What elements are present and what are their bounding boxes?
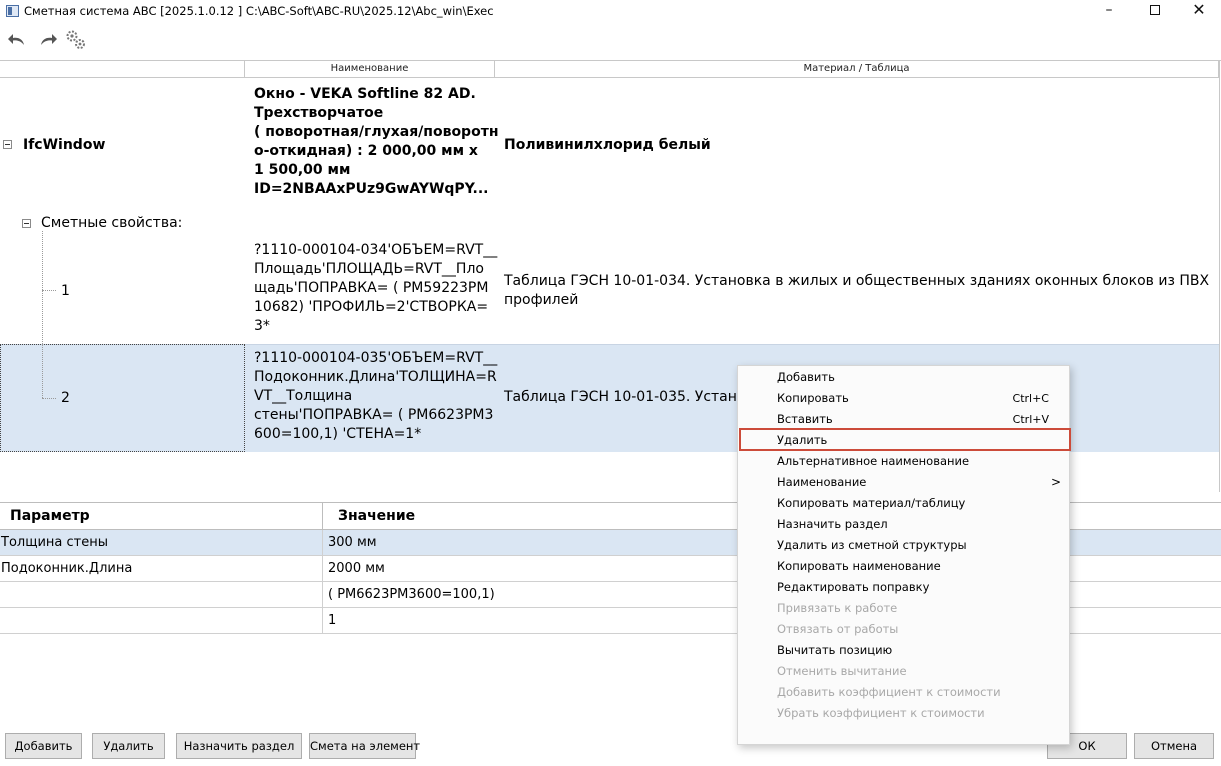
delete-button[interactable]: Удалить bbox=[92, 733, 165, 759]
menu-item-label: Привязать к работе bbox=[777, 601, 898, 615]
menu-item-remove-coefficient: Убрать коэффициент к стоимости bbox=[738, 703, 1071, 724]
root-name-line: ID=2NBAAxPUz9GwAYWqPY... bbox=[254, 181, 489, 197]
menu-item-add-coefficient: Добавить коэффициент к стоимости bbox=[738, 682, 1071, 703]
param-name bbox=[0, 608, 323, 633]
maximize-icon bbox=[1150, 5, 1160, 15]
formula-line: 10682) 'ПРОФИЛЬ=2'СТВОРКА= bbox=[254, 299, 489, 315]
maximize-button[interactable] bbox=[1132, 0, 1178, 22]
row-index[interactable]: 2 bbox=[61, 389, 70, 408]
submenu-arrow-icon: > bbox=[1050, 475, 1061, 489]
param-header[interactable]: Параметр bbox=[0, 503, 323, 530]
shortcut-label: Ctrl+V bbox=[1012, 413, 1049, 426]
menu-item-label: Добавить bbox=[777, 370, 835, 384]
root-material-cell: Поливинилхлорид белый bbox=[504, 137, 711, 153]
formula-line: VT__Толщина bbox=[254, 388, 353, 404]
menu-item-label: Копировать материал/таблицу bbox=[777, 496, 966, 510]
formula-line: щадь'ПОПРАВКА= ( РМ59223РМ bbox=[254, 280, 489, 296]
row-table-cell: Таблица ГЭСН 10-01-034. Установка в жилы… bbox=[504, 272, 1214, 310]
root-name-line: Трехстворчатое bbox=[254, 105, 384, 121]
menu-item-label: Добавить коэффициент к стоимости bbox=[777, 685, 1001, 699]
window-title: Сметная система ABC [2025.1.0.12 ] C:\AB… bbox=[24, 4, 494, 18]
menu-item-add[interactable]: Добавить bbox=[738, 367, 1071, 388]
cancel-button[interactable]: Отмена bbox=[1134, 733, 1214, 759]
formula-line: ?1110-000104-035'ОБЪЕМ=RVT__ bbox=[254, 350, 498, 366]
column-header-name[interactable]: Наименование bbox=[245, 61, 495, 78]
menu-item-edit-correction[interactable]: Редактировать поправку bbox=[738, 577, 1071, 598]
gears-icon[interactable] bbox=[64, 28, 88, 52]
menu-item-label: Убрать коэффициент к стоимости bbox=[777, 706, 985, 720]
menu-item-paste[interactable]: Вставить Ctrl+V bbox=[738, 409, 1071, 430]
param-name: Подоконник.Длина bbox=[0, 556, 323, 581]
close-button[interactable]: ✕ bbox=[1176, 0, 1221, 22]
formula-line: стены'ПОПРАВКА= ( РМ6623РМ3 bbox=[254, 407, 494, 423]
menu-item-label: Назначить раздел bbox=[777, 517, 888, 531]
menu-item-label: Вставить bbox=[777, 412, 833, 426]
row-table-cell: Таблица ГЭСН 10-01-035. Устано bbox=[504, 389, 746, 405]
table-line: Таблица ГЭСН 10-01-034. Установка в жилы… bbox=[504, 273, 1210, 289]
menu-item-copy-material[interactable]: Копировать материал/таблицу bbox=[738, 493, 1071, 514]
menu-item-remove-from-structure[interactable]: Удалить из сметной структуры bbox=[738, 535, 1071, 556]
row-index[interactable]: 1 bbox=[61, 282, 70, 301]
param-name: Толщина стены bbox=[0, 530, 323, 555]
formula-line: 3* bbox=[254, 318, 270, 334]
element-estimate-button[interactable]: Смета на элемент bbox=[309, 733, 420, 759]
menu-item-alt-name[interactable]: Альтернативное наименование bbox=[738, 451, 1071, 472]
minimize-button[interactable]: – bbox=[1086, 0, 1132, 22]
undo-icon[interactable] bbox=[5, 28, 29, 52]
root-name-line: ( поворотная/глухая/поворотн bbox=[254, 124, 499, 140]
highlight-box bbox=[739, 428, 1071, 451]
menu-item-copy[interactable]: Копировать Ctrl+C bbox=[738, 388, 1071, 409]
menu-item-name[interactable]: Наименование > bbox=[738, 472, 1071, 493]
context-menu: Добавить Копировать Ctrl+C Вставить Ctrl+V… bbox=[737, 365, 1071, 745]
add-button[interactable]: Добавить bbox=[5, 733, 82, 759]
row-formula-cell: ?1110-000104-035'ОБЪЕМ=RVT__ Подоконник.… bbox=[254, 349, 499, 444]
menu-item-label: Отвязать от работы bbox=[777, 622, 899, 636]
toolbar bbox=[0, 26, 1221, 56]
title-bar: Сметная система ABC [2025.1.0.12 ] C:\AB… bbox=[0, 0, 1221, 24]
root-name-cell: Окно - VEKA Softline 82 AD. Трехстворчат… bbox=[254, 85, 499, 199]
redo-icon[interactable] bbox=[36, 28, 60, 52]
menu-item-assign-section[interactable]: Назначить раздел bbox=[738, 514, 1071, 535]
formula-line: Подоконник.Длина'ТОЛЩИНА=R bbox=[254, 369, 497, 385]
menu-item-label: Наименование bbox=[777, 475, 867, 489]
formula-line: ?1110-000104-034'ОБЪЕМ=RVT__ bbox=[254, 242, 498, 258]
menu-item-copy-name[interactable]: Копировать наименование bbox=[738, 556, 1071, 577]
menu-item-bind-work: Привязать к работе bbox=[738, 598, 1071, 619]
table-line: профилей bbox=[504, 292, 579, 308]
root-name-line: о-откидная) : 2 000,00 мм x bbox=[254, 143, 478, 159]
column-header-material[interactable]: Материал / Таблица bbox=[495, 61, 1219, 78]
shortcut-label: Ctrl+C bbox=[1012, 392, 1049, 405]
row-formula-cell: ?1110-000104-034'ОБЪЕМ=RVT__ Площадь'ПЛО… bbox=[254, 241, 499, 336]
menu-item-label: Удалить из сметной структуры bbox=[777, 538, 967, 552]
menu-item-label: Копировать наименование bbox=[777, 559, 941, 573]
menu-item-subtract[interactable]: Вычитать позицию bbox=[738, 640, 1071, 661]
assign-section-button[interactable]: Назначить раздел bbox=[176, 733, 302, 759]
column-header-tree[interactable] bbox=[0, 61, 245, 78]
app-icon bbox=[6, 5, 19, 17]
root-node-label[interactable]: IfcWindow bbox=[23, 136, 105, 155]
param-name bbox=[0, 582, 323, 607]
formula-line: 600=100,1) 'СТЕНА=1* bbox=[254, 426, 422, 442]
menu-item-label: Копировать bbox=[777, 391, 849, 405]
formula-line: Площадь'ПЛОЩАДЬ=RVT__Пло bbox=[254, 261, 484, 277]
root-name-line: Окно - VEKA Softline 82 AD. bbox=[254, 86, 476, 102]
group-label[interactable]: Сметные свойства: bbox=[41, 214, 182, 233]
menu-item-cancel-subtract: Отменить вычитание bbox=[738, 661, 1071, 682]
menu-item-label: Альтернативное наименование bbox=[777, 454, 970, 468]
root-name-line: 1 500,00 мм bbox=[254, 162, 351, 178]
menu-item-label: Редактировать поправку bbox=[777, 580, 930, 594]
menu-item-label: Отменить вычитание bbox=[777, 664, 907, 678]
menu-item-unbind-work: Отвязать от работы bbox=[738, 619, 1071, 640]
collapse-root-icon[interactable] bbox=[3, 140, 12, 149]
menu-item-label: Вычитать позицию bbox=[777, 643, 893, 657]
collapse-group-icon[interactable] bbox=[22, 219, 31, 228]
